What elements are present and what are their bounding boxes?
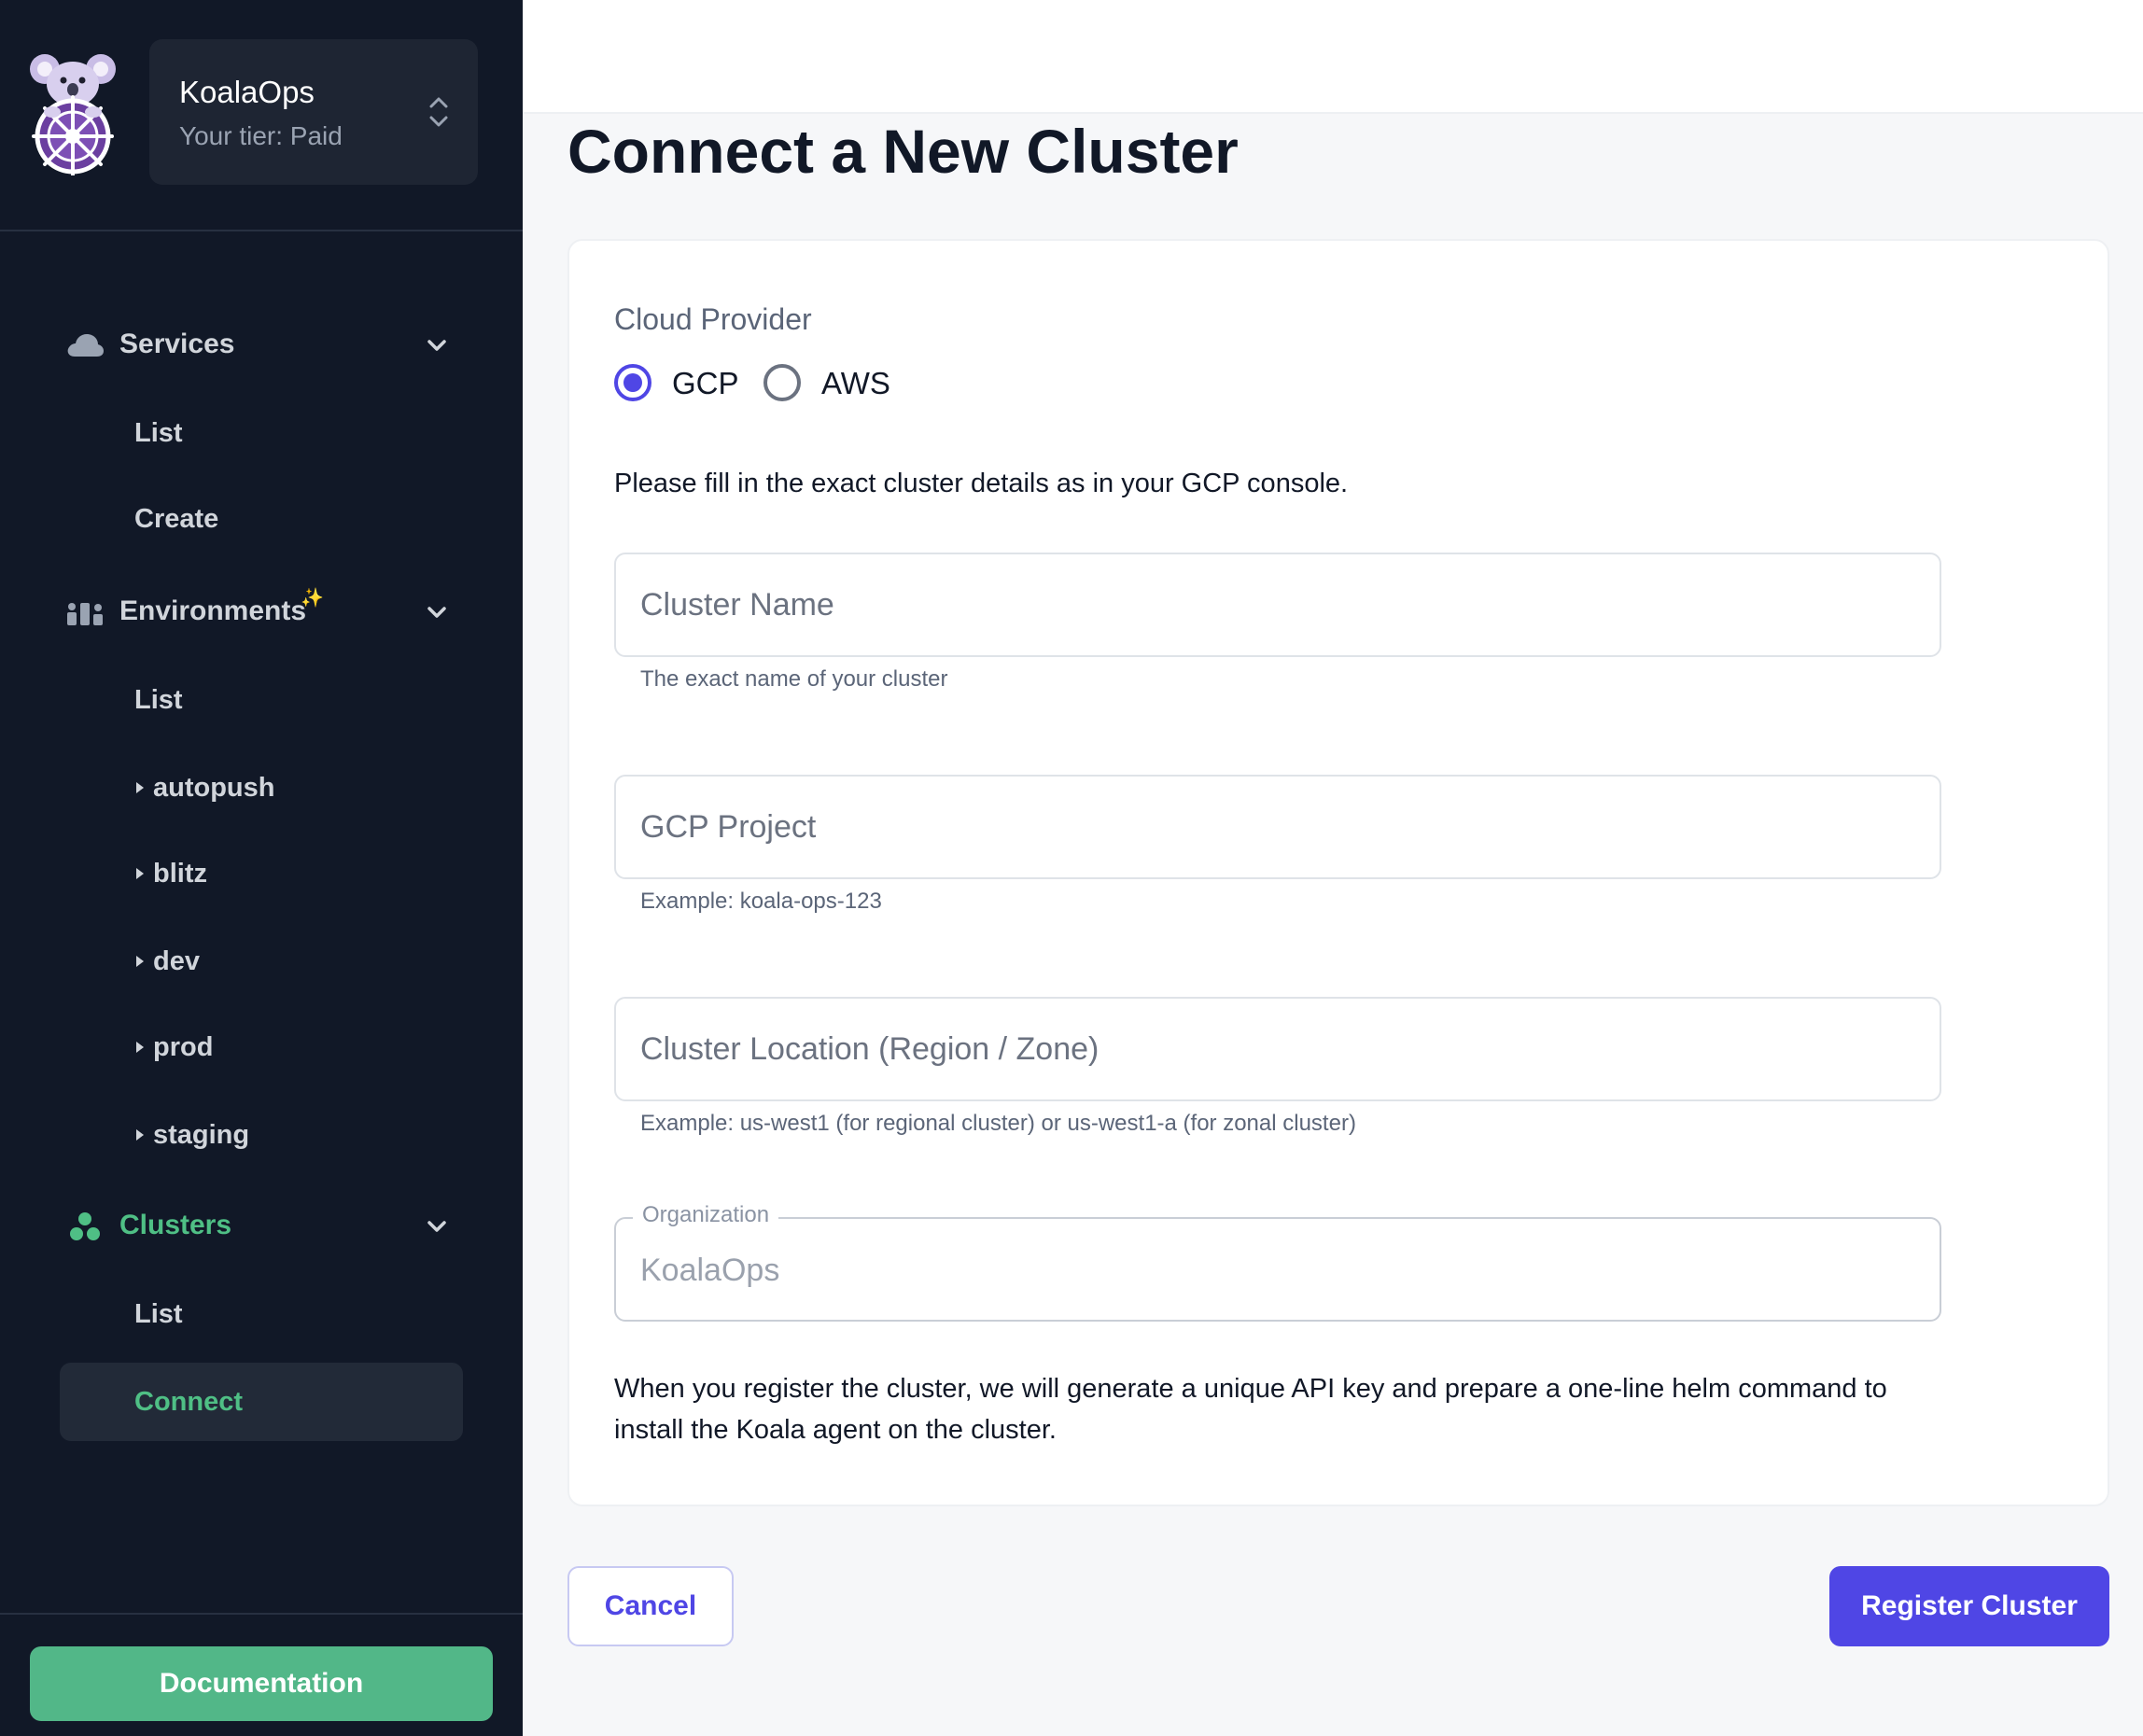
sidebar-item-label: List — [134, 418, 183, 448]
sidebar-item-clusters-connect[interactable]: Connect — [60, 1363, 463, 1441]
sidebar-item-services-create[interactable]: Create — [60, 480, 463, 558]
sidebar-item-label: List — [134, 1299, 183, 1329]
org-switcher[interactable]: KoalaOps Your tier: Paid — [149, 39, 478, 185]
chevron-up-down-icon — [429, 97, 448, 127]
brand-area: KoalaOps Your tier: Paid — [0, 0, 523, 231]
cluster-location-field[interactable] — [614, 997, 1941, 1101]
nav-section-services[interactable]: Services — [0, 317, 523, 373]
register-info-text: When you register the cluster, we will g… — [614, 1374, 1887, 1445]
gcp-project-field[interactable] — [614, 775, 1941, 879]
sidebar-item-env-staging[interactable]: staging — [60, 1096, 463, 1174]
caret-right-icon — [136, 956, 144, 967]
radio-checked-icon — [614, 364, 651, 401]
sidebar-item-environments-list[interactable]: List — [60, 661, 463, 739]
chevron-down-icon — [427, 607, 446, 618]
caret-right-icon — [136, 782, 144, 793]
radio-unchecked-icon — [763, 364, 801, 401]
caret-right-icon — [136, 1042, 144, 1053]
organization-label: Organization — [633, 1202, 779, 1228]
cloud-icon — [67, 334, 104, 357]
caret-right-icon — [136, 868, 144, 879]
documentation-button[interactable]: Documentation — [30, 1646, 493, 1721]
cloud-provider-label: Cloud Provider — [614, 302, 812, 336]
sidebar-footer: Documentation — [0, 1613, 523, 1736]
nav-section-label: Services — [119, 329, 235, 359]
nav-section-label: Clusters — [119, 1210, 232, 1240]
sidebar-item-env-blitz[interactable]: blitz — [60, 834, 463, 913]
clusters-icon — [70, 1212, 100, 1240]
sidebar-item-label: List — [134, 685, 183, 715]
sidebar-item-label: staging — [153, 1120, 250, 1150]
sidebar-item-label: prod — [153, 1032, 214, 1062]
nav-section-label: Environments — [119, 595, 307, 626]
register-cluster-button[interactable]: Register Cluster — [1829, 1566, 2109, 1646]
chevron-down-icon — [427, 340, 446, 351]
sidebar-item-env-dev[interactable]: dev — [60, 922, 463, 1001]
nav-section-environments[interactable]: Environments ✨ — [0, 584, 523, 640]
page-title: Connect a New Cluster — [567, 117, 1239, 186]
connect-cluster-form: Cloud Provider GCP AWS Please fill in th… — [567, 239, 2109, 1506]
nav-section-clusters[interactable]: Clusters — [0, 1198, 523, 1254]
sidebar-item-services-list[interactable]: List — [60, 394, 463, 472]
gcp-project-helper: Example: koala-ops-123 — [640, 889, 882, 914]
cluster-location-helper: Example: us-west1 (for regional cluster)… — [640, 1111, 1356, 1136]
radio-label: AWS — [821, 366, 890, 400]
koala-logo-icon — [30, 54, 116, 175]
provider-radio-gcp[interactable]: GCP — [614, 362, 745, 403]
cluster-name-input[interactable] — [616, 554, 1940, 655]
sidebar-item-env-autopush[interactable]: autopush — [60, 749, 463, 827]
instructions-text: Please fill in the exact cluster details… — [614, 469, 1349, 498]
sidebar-item-env-prod[interactable]: prod — [60, 1008, 463, 1086]
organization-value: KoalaOps — [640, 1253, 780, 1288]
org-tier: Your tier: Paid — [179, 121, 343, 150]
sparkle-icon: ✨ — [301, 588, 324, 609]
chevron-down-icon — [427, 1221, 446, 1232]
provider-radio-aws[interactable]: AWS — [763, 362, 903, 403]
org-name: KoalaOps — [179, 75, 315, 109]
environments-icon — [67, 603, 103, 625]
cluster-name-field[interactable] — [614, 553, 1941, 657]
sidebar-item-label: blitz — [153, 859, 207, 889]
radio-label: GCP — [672, 366, 739, 400]
cancel-button[interactable]: Cancel — [567, 1566, 734, 1646]
organization-field: Organization KoalaOps — [614, 1202, 1941, 1322]
caret-right-icon — [136, 1129, 144, 1141]
cluster-name-helper: The exact name of your cluster — [640, 666, 948, 692]
sidebar-item-label: Connect — [134, 1387, 243, 1417]
sidebar-item-label: autopush — [153, 773, 275, 803]
sidebar: KoalaOps Your tier: Paid Services List C… — [0, 0, 523, 1736]
sidebar-item-label: Create — [134, 504, 219, 534]
cluster-location-input[interactable] — [616, 999, 1940, 1099]
sidebar-item-clusters-list[interactable]: List — [60, 1275, 463, 1353]
top-bar — [523, 0, 2143, 114]
sidebar-item-label: dev — [153, 946, 200, 976]
gcp-project-input[interactable] — [616, 777, 1940, 877]
